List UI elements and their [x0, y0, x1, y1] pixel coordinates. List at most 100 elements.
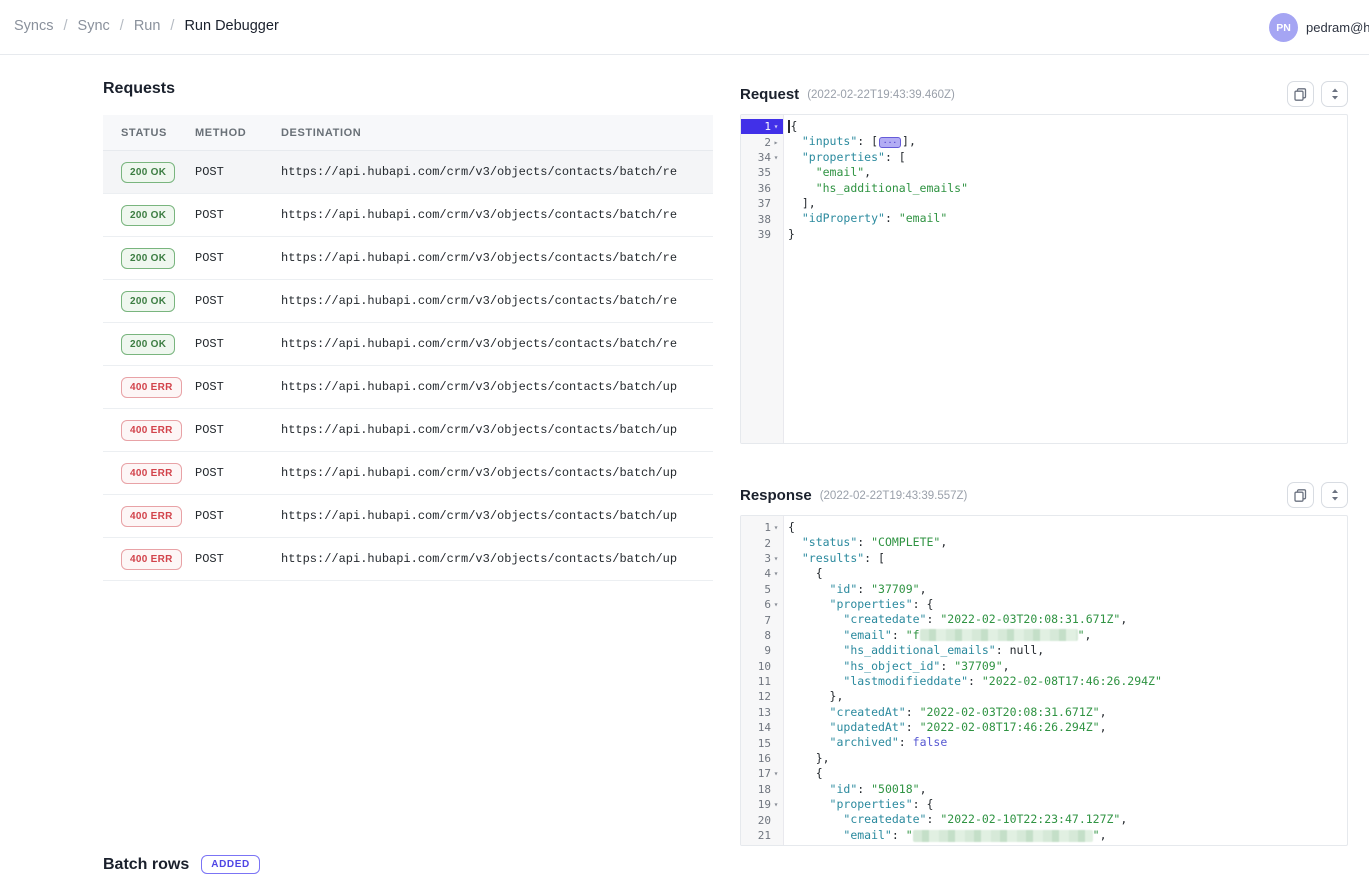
- response-code-editor[interactable]: 1▾2 3▾4▾5 6▾7 8 9 10 11 12 13 14 15 16 1…: [740, 515, 1348, 846]
- fold-arrow-icon[interactable]: ▾: [771, 153, 781, 162]
- fold-arrow-icon[interactable]: ▾: [771, 523, 781, 532]
- line-number-label: 20: [751, 814, 771, 827]
- status-badge: 200 OK: [121, 291, 175, 312]
- line-number: 4▾: [741, 566, 783, 581]
- table-row[interactable]: 400 ERRPOSThttps://api.hubapi.com/crm/v3…: [103, 366, 713, 409]
- code-token: {: [788, 566, 823, 581]
- copy-button[interactable]: [1287, 81, 1314, 107]
- fold-arrow-spacer: [771, 831, 781, 840]
- status-badge: 400 ERR: [121, 549, 182, 570]
- request-code-editor[interactable]: 1▾2▸34▾35 36 37 38 39 { "inputs": [···],…: [740, 114, 1348, 444]
- code-line: },: [788, 751, 1347, 766]
- fold-arrow-spacer: [771, 816, 781, 825]
- line-number: 38: [741, 211, 783, 226]
- expand-button[interactable]: [1321, 81, 1348, 107]
- fold-arrow-spacer: [771, 646, 781, 655]
- status-cell: 400 ERR: [103, 420, 195, 441]
- line-number: 20: [741, 812, 783, 827]
- code-token: [788, 812, 843, 827]
- fold-arrow-icon[interactable]: ▾: [771, 569, 781, 578]
- batch-rows-title: Batch rows: [103, 856, 189, 874]
- line-number: 39: [741, 227, 783, 242]
- code-token: [788, 828, 843, 843]
- line-number-label: 39: [751, 228, 771, 241]
- code-token: :: [996, 643, 1010, 658]
- table-row[interactable]: 200 OKPOSThttps://api.hubapi.com/crm/v3/…: [103, 323, 713, 366]
- method-cell: POST: [195, 294, 281, 308]
- line-number: 18: [741, 782, 783, 797]
- code-token: "email": [899, 211, 947, 226]
- fold-arrow-icon[interactable]: ▾: [771, 800, 781, 809]
- expand-button[interactable]: [1321, 482, 1348, 508]
- code-token: :: [926, 812, 940, 827]
- line-number: 37: [741, 196, 783, 211]
- table-row[interactable]: 400 ERRPOSThttps://api.hubapi.com/crm/v3…: [103, 538, 713, 581]
- code-token: {: [791, 119, 798, 134]
- fold-arrow-icon[interactable]: ▾: [771, 769, 781, 778]
- expand-vertical-icon: [1330, 489, 1340, 501]
- table-row[interactable]: 200 OKPOSThttps://api.hubapi.com/crm/v3/…: [103, 237, 713, 280]
- code-token: ,: [920, 582, 927, 597]
- fold-arrow-spacer: [771, 199, 781, 208]
- table-row[interactable]: 400 ERRPOSThttps://api.hubapi.com/crm/v3…: [103, 452, 713, 495]
- line-number-gutter: 1▾2 3▾4▾5 6▾7 8 9 10 11 12 13 14 15 16 1…: [741, 516, 784, 845]
- code-line: {: [788, 766, 1347, 781]
- code-line: "hs_additional_emails": [788, 181, 1347, 196]
- user-menu[interactable]: PN pedram@hig: [1269, 13, 1369, 42]
- fold-arrow-spacer: [771, 230, 781, 239]
- code-line: "hs_object_id": "37709",: [788, 659, 1347, 674]
- line-number: 3▾: [741, 551, 783, 566]
- code-token: ,: [1037, 843, 1044, 845]
- destination-cell: https://api.hubapi.com/crm/v3/objects/co…: [281, 552, 713, 566]
- fold-arrow-spacer: [771, 184, 781, 193]
- line-number: 1▾: [741, 520, 783, 535]
- breadcrumb-link[interactable]: Syncs: [14, 18, 54, 34]
- code-token: null: [1010, 843, 1038, 845]
- fold-arrow-icon[interactable]: ▾: [771, 122, 781, 131]
- request-panel: Request (2022-02-22T19:43:39.460Z) 1▾2▸: [740, 80, 1348, 444]
- code-token: "2022-02-03T20:08:31.671Z": [940, 612, 1120, 627]
- fold-arrow-spacer: [771, 662, 781, 671]
- table-row[interactable]: 400 ERRPOSThttps://api.hubapi.com/crm/v3…: [103, 495, 713, 538]
- copy-button[interactable]: [1287, 482, 1314, 508]
- code-line: "createdate": "2022-02-10T22:23:47.127Z"…: [788, 812, 1347, 827]
- breadcrumb-link[interactable]: Sync: [78, 18, 110, 34]
- fold-arrow-icon[interactable]: ▸: [771, 138, 781, 147]
- status-badge: 200 OK: [121, 162, 175, 183]
- code-line: "inputs": [···],: [788, 134, 1347, 149]
- line-number-label: 5: [751, 583, 771, 596]
- code-area[interactable]: { "status": "COMPLETE", "results": [ { "…: [784, 516, 1347, 845]
- fold-arrow-icon[interactable]: ▾: [771, 600, 781, 609]
- code-token: ,: [940, 535, 947, 550]
- fold-arrow-icon[interactable]: ▾: [771, 554, 781, 563]
- line-number-label: 1: [751, 521, 771, 534]
- code-token: :: [926, 612, 940, 627]
- code-token: : [: [857, 134, 878, 149]
- code-token: ,: [920, 782, 927, 797]
- status-badge: 200 OK: [121, 248, 175, 269]
- table-row[interactable]: 200 OKPOSThttps://api.hubapi.com/crm/v3/…: [103, 151, 713, 194]
- line-number: 17▾: [741, 766, 783, 781]
- code-token: [788, 165, 816, 180]
- code-token: :: [899, 735, 913, 750]
- method-cell: POST: [195, 466, 281, 480]
- table-row[interactable]: 200 OKPOSThttps://api.hubapi.com/crm/v3/…: [103, 280, 713, 323]
- status-cell: 200 OK: [103, 248, 195, 269]
- line-number-label: 38: [751, 213, 771, 226]
- fold-arrow-spacer: [771, 631, 781, 640]
- table-row[interactable]: 200 OKPOSThttps://api.hubapi.com/crm/v3/…: [103, 194, 713, 237]
- fold-arrow-spacer: [771, 785, 781, 794]
- code-line: "createdate": "2022-02-03T20:08:31.671Z"…: [788, 612, 1347, 627]
- line-number-label: 6: [751, 598, 771, 611]
- text-cursor: [788, 120, 790, 133]
- line-number: 36: [741, 181, 783, 196]
- code-token: "createdate": [843, 812, 926, 827]
- line-number: 34▾: [741, 150, 783, 165]
- table-row[interactable]: 400 ERRPOSThttps://api.hubapi.com/crm/v3…: [103, 409, 713, 452]
- code-token: "results": [802, 551, 864, 566]
- fold-arrow-spacer: [771, 723, 781, 732]
- code-area[interactable]: { "inputs": [···], "properties": [ "emai…: [784, 115, 1347, 443]
- avatar[interactable]: PN: [1269, 13, 1298, 42]
- collapsed-code-widget[interactable]: ···: [879, 137, 901, 148]
- breadcrumb-link[interactable]: Run: [134, 18, 161, 34]
